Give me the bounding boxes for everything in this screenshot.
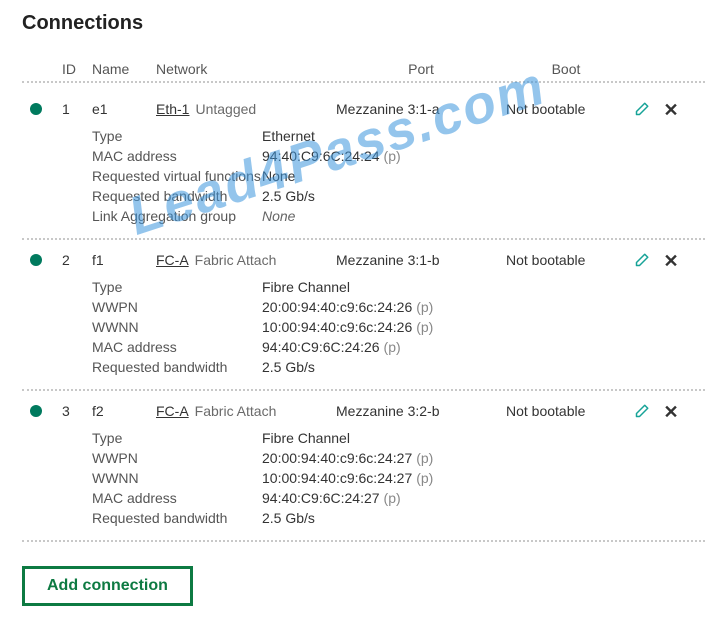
edit-icon[interactable] (626, 99, 656, 122)
detail-value: 94:40:C9:6C:24:24(p) (262, 148, 502, 164)
cell-boot: Not bootable (506, 250, 626, 268)
detail-block: TypeFibre ChannelWWPN20:00:94:40:c9:6c:2… (92, 428, 705, 528)
detail-value: Ethernet (262, 128, 502, 144)
delete-icon[interactable]: ✕ (656, 99, 686, 119)
detail-label: Type (92, 128, 262, 144)
detail-value: 10:00:94:40:c9:6c:24:27(p) (262, 470, 502, 486)
detail-label: Type (92, 430, 262, 446)
network-link[interactable]: Eth-1 (156, 101, 189, 117)
col-network: Network (156, 61, 336, 77)
detail-value: 20:00:94:40:c9:6c:24:27(p) (262, 450, 502, 466)
cell-port: Mezzanine 3:1-b (336, 250, 506, 268)
detail-value: 2.5 Gb/s (262, 359, 502, 375)
detail-value: None (262, 208, 502, 224)
connection-row: 1e1Eth-1 Untagged Mezzanine 3:1-aNot boota… (22, 89, 705, 240)
value-suffix: (p) (416, 299, 433, 315)
detail-label: WWNN (92, 470, 262, 486)
detail-label: MAC address (92, 339, 262, 355)
edit-icon[interactable] (626, 250, 656, 273)
network-link[interactable]: FC-A (156, 403, 189, 419)
status-dot-icon (30, 405, 42, 417)
connection-row: 3f2FC-A Fabric Attach Mezzanine 3:2-bNot b… (22, 391, 705, 542)
detail-value: 20:00:94:40:c9:6c:24:26(p) (262, 299, 502, 315)
cell-name: f2 (92, 401, 156, 419)
detail-value: 94:40:C9:6C:24:26(p) (262, 339, 502, 355)
detail-label: Requested bandwidth (92, 359, 262, 375)
value-suffix: (p) (416, 450, 433, 466)
detail-block: TypeFibre ChannelWWPN20:00:94:40:c9:6c:2… (92, 277, 705, 377)
cell-port: Mezzanine 3:2-b (336, 401, 506, 419)
connection-row: 2f1FC-A Fabric Attach Mezzanine 3:1-bNot b… (22, 240, 705, 391)
detail-value: 10:00:94:40:c9:6c:24:26(p) (262, 319, 502, 335)
cell-port: Mezzanine 3:1-a (336, 99, 506, 117)
edit-icon[interactable] (626, 401, 656, 424)
detail-label: WWPN (92, 299, 262, 315)
value-suffix: (p) (416, 470, 433, 486)
detail-label: Link Aggregation group (92, 208, 262, 224)
page-title: Connections (22, 12, 705, 35)
value-suffix: (p) (384, 490, 401, 506)
detail-label: Requested virtual functions (92, 168, 262, 184)
col-id: ID (62, 61, 92, 77)
detail-label: MAC address (92, 490, 262, 506)
cell-name: f1 (92, 250, 156, 268)
network-type: Untagged (195, 101, 256, 117)
col-port: Port (336, 61, 506, 77)
detail-value: 2.5 Gb/s (262, 510, 502, 526)
status-dot-icon (30, 254, 42, 266)
detail-label: WWPN (92, 450, 262, 466)
detail-label: WWNN (92, 319, 262, 335)
add-connection-button[interactable]: Add connection (22, 566, 193, 606)
cell-boot: Not bootable (506, 99, 626, 117)
col-boot: Boot (506, 61, 626, 77)
table-header: ID Name Network Port Boot (22, 61, 705, 83)
detail-value: Fibre Channel (262, 279, 502, 295)
cell-boot: Not bootable (506, 401, 626, 419)
detail-value: None (262, 168, 502, 184)
value-suffix: (p) (416, 319, 433, 335)
detail-label: Requested bandwidth (92, 188, 262, 204)
cell-name: e1 (92, 99, 156, 117)
detail-value: 2.5 Gb/s (262, 188, 502, 204)
network-type: Fabric Attach (195, 403, 277, 419)
cell-id: 3 (62, 401, 92, 419)
detail-block: TypeEthernetMAC address94:40:C9:6C:24:24… (92, 126, 705, 226)
detail-value: 94:40:C9:6C:24:27(p) (262, 490, 502, 506)
network-type: Fabric Attach (195, 252, 277, 268)
delete-icon[interactable]: ✕ (656, 401, 686, 421)
delete-icon[interactable]: ✕ (656, 250, 686, 270)
status-dot-icon (30, 103, 42, 115)
detail-label: MAC address (92, 148, 262, 164)
value-suffix: (p) (384, 339, 401, 355)
network-link[interactable]: FC-A (156, 252, 189, 268)
value-suffix: (p) (384, 148, 401, 164)
detail-label: Requested bandwidth (92, 510, 262, 526)
detail-label: Type (92, 279, 262, 295)
col-name: Name (92, 61, 156, 77)
detail-value: Fibre Channel (262, 430, 502, 446)
cell-id: 2 (62, 250, 92, 268)
cell-id: 1 (62, 99, 92, 117)
